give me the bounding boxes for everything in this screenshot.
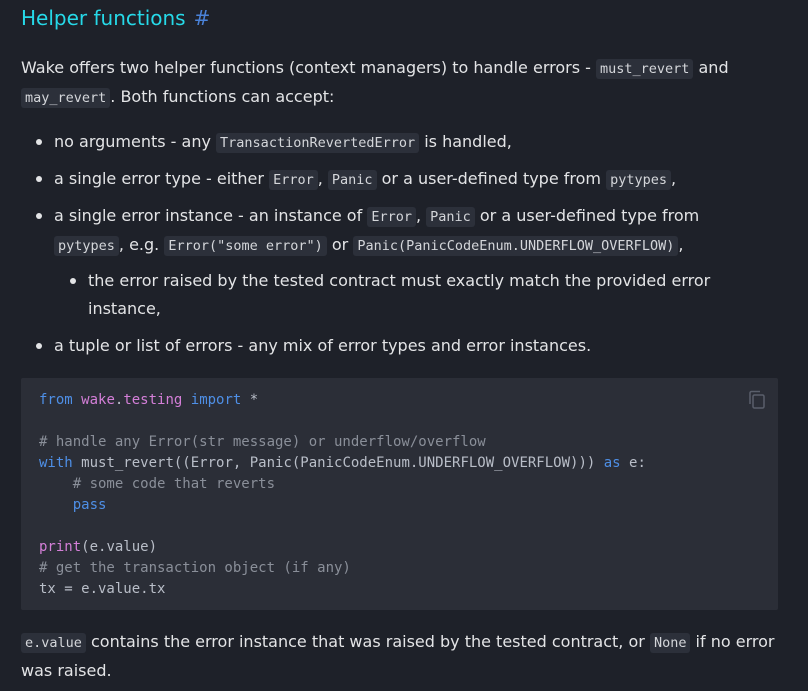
inline-code: Error — [269, 170, 318, 190]
code-token: print — [39, 539, 82, 555]
inline-code: Panic — [426, 207, 475, 227]
list-text: a tuple or list of errors - any mix of e… — [54, 336, 592, 355]
list-text: or — [331, 235, 349, 254]
list-item: a single error type - either Error, Pani… — [36, 165, 791, 194]
code-must-revert: must_revert — [596, 59, 694, 79]
code-token: testing — [123, 392, 183, 408]
list-text: no arguments - any — [54, 132, 211, 151]
code-token: wake — [81, 392, 115, 408]
inline-code: pytypes — [606, 170, 671, 190]
code-content: from wake.testing import * # handle any … — [39, 390, 646, 600]
code-token: with — [39, 455, 73, 471]
code-token: e: — [629, 455, 646, 471]
outro-text: contains the error instance that was rai… — [91, 632, 645, 651]
inline-code: Panic — [327, 170, 377, 190]
code-token: as — [603, 455, 621, 471]
bullet-icon — [36, 343, 42, 349]
code-comment: # get the transaction object (if any) — [39, 560, 351, 576]
code-token: (e.value) — [81, 539, 158, 555]
list-text: , e.g. — [118, 235, 160, 254]
bullet-icon — [36, 213, 42, 219]
list-text: or a user-defined type from — [381, 169, 601, 188]
code-token: pass — [72, 497, 107, 513]
list-item: a single error instance - an instance of… — [36, 202, 791, 260]
list-text: is handled, — [424, 132, 512, 151]
bullet-icon — [36, 176, 42, 182]
code-comment: # handle any Error(str message) or under… — [39, 434, 486, 450]
list-text: a single error instance - an instance of — [54, 206, 363, 225]
code-token: import — [190, 392, 242, 408]
code-token: tx = e.value.tx — [39, 581, 166, 597]
list-text: , — [415, 206, 422, 225]
inline-code: TransactionRevertedError — [216, 133, 420, 153]
section-heading: Helper functions # — [21, 6, 210, 30]
list-text: the error raised by the tested contract … — [88, 271, 711, 318]
intro-text: . Both functions can accept: — [110, 87, 335, 106]
intro-text: Wake offers two helper functions (contex… — [21, 58, 591, 77]
section-title: Helper functions — [21, 6, 186, 30]
list-item: no arguments - any TransactionRevertedEr… — [36, 128, 791, 157]
code-may-revert: may_revert — [21, 88, 111, 108]
list-text: , — [317, 169, 323, 188]
heading-anchor-link[interactable]: # — [194, 6, 211, 30]
list-text: , — [671, 169, 677, 188]
copy-icon[interactable] — [748, 390, 766, 410]
inline-code: Error("some error") — [164, 236, 327, 256]
code-token: * — [249, 392, 259, 408]
inline-code: pytypes — [54, 236, 119, 256]
list-item: a tuple or list of errors - any mix of e… — [36, 332, 791, 360]
inline-code: Error — [367, 207, 416, 227]
code-token: from — [39, 392, 73, 408]
code-comment: # some code that reverts — [72, 476, 276, 492]
code-token: must_revert((Error, Panic(PanicCodeEnum.… — [81, 455, 596, 471]
list-text: or a user-defined type from — [479, 206, 700, 225]
inline-code: Panic(PanicCodeEnum.UNDERFLOW_OVERFLOW) — [353, 236, 679, 256]
code-block: from wake.testing import * # handle any … — [21, 378, 778, 610]
intro-text: and — [698, 58, 729, 77]
list-text: a single error type - either — [54, 169, 264, 188]
outro-paragraph: e.value contains the error instance that… — [21, 628, 791, 685]
inline-code: e.value — [21, 633, 86, 653]
bullet-icon — [70, 278, 76, 284]
intro-paragraph: Wake offers two helper functions (contex… — [21, 54, 791, 112]
bullet-icon — [36, 139, 42, 145]
inline-code: None — [649, 633, 691, 653]
list-text: , — [678, 235, 684, 254]
nested-list-item: the error raised by the tested contract … — [70, 267, 778, 323]
